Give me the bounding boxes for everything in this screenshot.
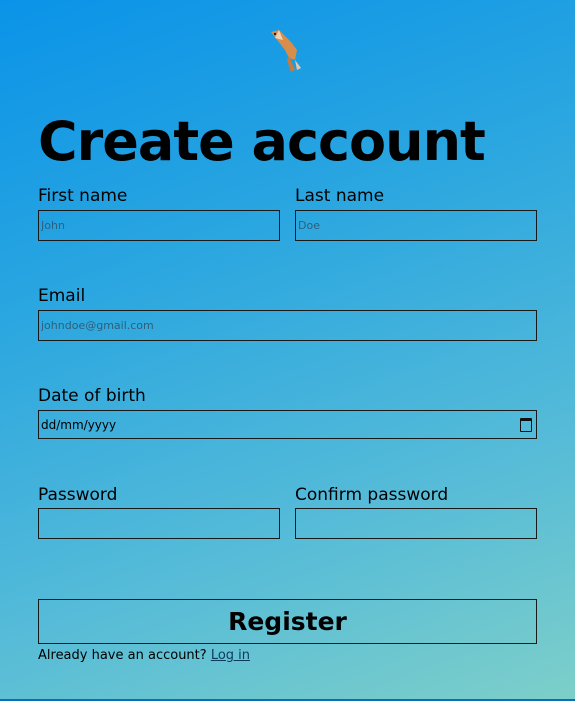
email-input[interactable] xyxy=(38,310,537,341)
page-title: Create account xyxy=(38,110,486,173)
confirm-password-input[interactable] xyxy=(295,508,537,539)
first-name-label: First name xyxy=(38,186,128,206)
login-prompt-text: Already have an account? xyxy=(38,648,207,663)
confirm-password-label: Confirm password xyxy=(295,485,449,505)
dob-value: dd/mm/yyyy xyxy=(41,417,117,432)
password-input[interactable] xyxy=(38,508,280,539)
password-label: Password xyxy=(38,485,118,505)
register-button[interactable]: Register xyxy=(38,599,537,644)
first-name-input[interactable] xyxy=(38,210,280,241)
login-prompt: Already have an account? Log in xyxy=(38,648,250,663)
last-name-input[interactable] xyxy=(295,210,537,241)
dob-label: Date of birth xyxy=(38,386,146,406)
calendar-icon[interactable] xyxy=(520,417,532,432)
dob-input[interactable]: dd/mm/yyyy xyxy=(38,410,537,439)
login-link[interactable]: Log in xyxy=(211,648,250,663)
last-name-label: Last name xyxy=(295,186,385,206)
email-label: Email xyxy=(38,286,86,306)
flying-fox-icon xyxy=(271,30,301,72)
